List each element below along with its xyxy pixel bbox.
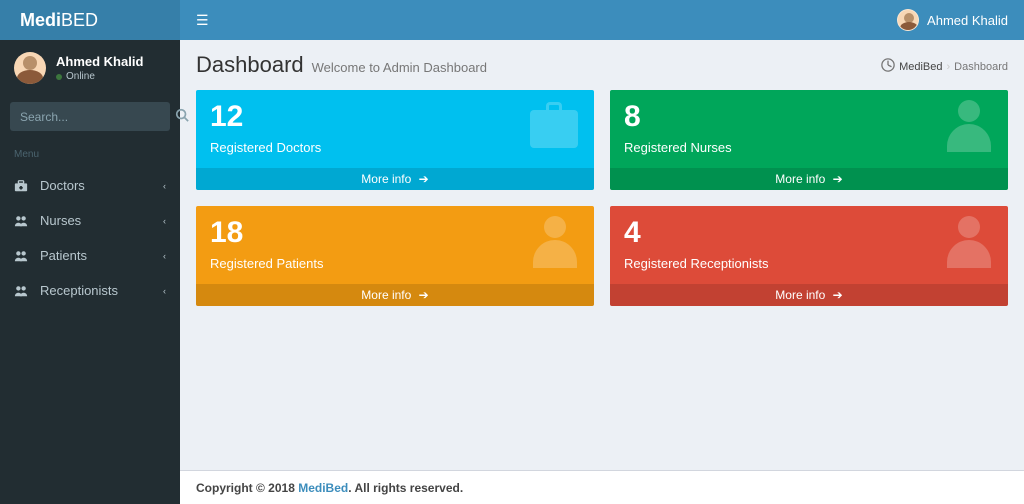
card-more-link[interactable]: More info ➔ <box>610 168 1008 190</box>
breadcrumb-current: Dashboard <box>954 61 1008 73</box>
arrow-circle-right-icon: ➔ <box>419 172 429 186</box>
card-label: Registered Receptionists <box>624 256 994 271</box>
page-subtitle: Welcome to Admin Dashboard <box>312 60 487 75</box>
sidebar-item-nurses[interactable]: Nurses ‹ <box>0 203 180 238</box>
card-more-label: More info <box>361 172 411 186</box>
breadcrumb: MediBed › Dashboard <box>881 58 1008 75</box>
card-label: Registered Patients <box>210 256 580 271</box>
chevron-left-icon: ‹ <box>163 251 166 261</box>
breadcrumb-root[interactable]: MediBed <box>899 61 942 73</box>
sidebar-status-text: Online <box>66 71 95 82</box>
sidebar-user-panel: Ahmed Khalid Online <box>0 40 180 96</box>
sidebar-user-status: Online <box>56 71 143 82</box>
sidebar-item-label: Receptionists <box>40 283 118 298</box>
status-online-icon <box>56 74 62 80</box>
sidebar: Ahmed Khalid Online Menu Doctors ‹ Nurse… <box>0 40 180 504</box>
footer-copyright: Copyright © 2018 <box>196 481 298 495</box>
sidebar-item-doctors[interactable]: Doctors ‹ <box>0 168 180 203</box>
dashboard-icon <box>881 58 895 75</box>
sidebar-item-label: Nurses <box>40 213 81 228</box>
users-icon <box>14 214 32 228</box>
menu-toggle-button[interactable]: ☰ <box>180 12 225 29</box>
search-input[interactable] <box>20 110 175 124</box>
medkit-icon <box>526 96 582 152</box>
card-registered-nurses: 8 Registered Nurses More info ➔ <box>610 90 1008 190</box>
card-value: 12 <box>210 100 580 134</box>
arrow-circle-right-icon: ➔ <box>419 288 429 302</box>
card-more-link[interactable]: More info ➔ <box>196 284 594 306</box>
card-more-link[interactable]: More info ➔ <box>610 284 1008 306</box>
sidebar-user-name: Ahmed Khalid <box>56 54 143 69</box>
arrow-circle-right-icon: ➔ <box>833 172 843 186</box>
breadcrumb-separator: › <box>947 61 951 73</box>
footer-brand-link[interactable]: MediBed <box>298 481 348 495</box>
chevron-left-icon: ‹ <box>163 181 166 191</box>
sidebar-item-patients[interactable]: Patients ‹ <box>0 238 180 273</box>
card-value: 8 <box>624 100 994 134</box>
card-label: Registered Nurses <box>624 140 994 155</box>
sidebar-item-receptionists[interactable]: Receptionists ‹ <box>0 273 180 308</box>
avatar-icon <box>14 52 46 84</box>
card-more-link[interactable]: More info ➔ <box>196 168 594 190</box>
card-registered-receptionists: 4 Registered Receptionists More info ➔ <box>610 206 1008 306</box>
sidebar-item-label: Doctors <box>40 178 85 193</box>
arrow-circle-right-icon: ➔ <box>833 288 843 302</box>
content-area: Dashboard Welcome to Admin Dashboard Med… <box>180 40 1024 470</box>
briefcase-medical-icon <box>14 179 32 193</box>
footer: Copyright © 2018 MediBed. All rights res… <box>180 470 1024 504</box>
app-logo[interactable]: MediBED <box>0 0 180 40</box>
content-header: Dashboard Welcome to Admin Dashboard Med… <box>196 52 1008 78</box>
card-value: 4 <box>624 216 994 250</box>
person-icon <box>942 96 996 160</box>
footer-suffix: . All rights reserved. <box>348 481 463 495</box>
person-icon <box>942 212 996 276</box>
sidebar-item-label: Patients <box>40 248 87 263</box>
header-user[interactable]: Ahmed Khalid <box>897 9 1024 31</box>
card-more-label: More info <box>361 288 411 302</box>
card-label: Registered Doctors <box>210 140 580 155</box>
chevron-left-icon: ‹ <box>163 216 166 226</box>
stat-cards: 12 Registered Doctors More info ➔ 8 Regi… <box>196 90 1008 306</box>
logo-text-light: BED <box>61 10 98 31</box>
avatar-icon <box>897 9 919 31</box>
card-more-label: More info <box>775 288 825 302</box>
hamburger-icon: ☰ <box>196 12 209 28</box>
person-icon <box>528 212 582 276</box>
card-registered-patients: 18 Registered Patients More info ➔ <box>196 206 594 306</box>
card-registered-doctors: 12 Registered Doctors More info ➔ <box>196 90 594 190</box>
search-box <box>10 102 170 131</box>
top-header: MediBED ☰ Ahmed Khalid <box>0 0 1024 40</box>
sidebar-menu-label: Menu <box>0 141 180 168</box>
users-icon <box>14 284 32 298</box>
card-value: 18 <box>210 216 580 250</box>
users-icon <box>14 249 32 263</box>
header-user-name: Ahmed Khalid <box>927 13 1008 28</box>
page-title: Dashboard <box>196 52 304 78</box>
logo-text-bold: Medi <box>20 10 61 31</box>
chevron-left-icon: ‹ <box>163 286 166 296</box>
card-more-label: More info <box>775 172 825 186</box>
